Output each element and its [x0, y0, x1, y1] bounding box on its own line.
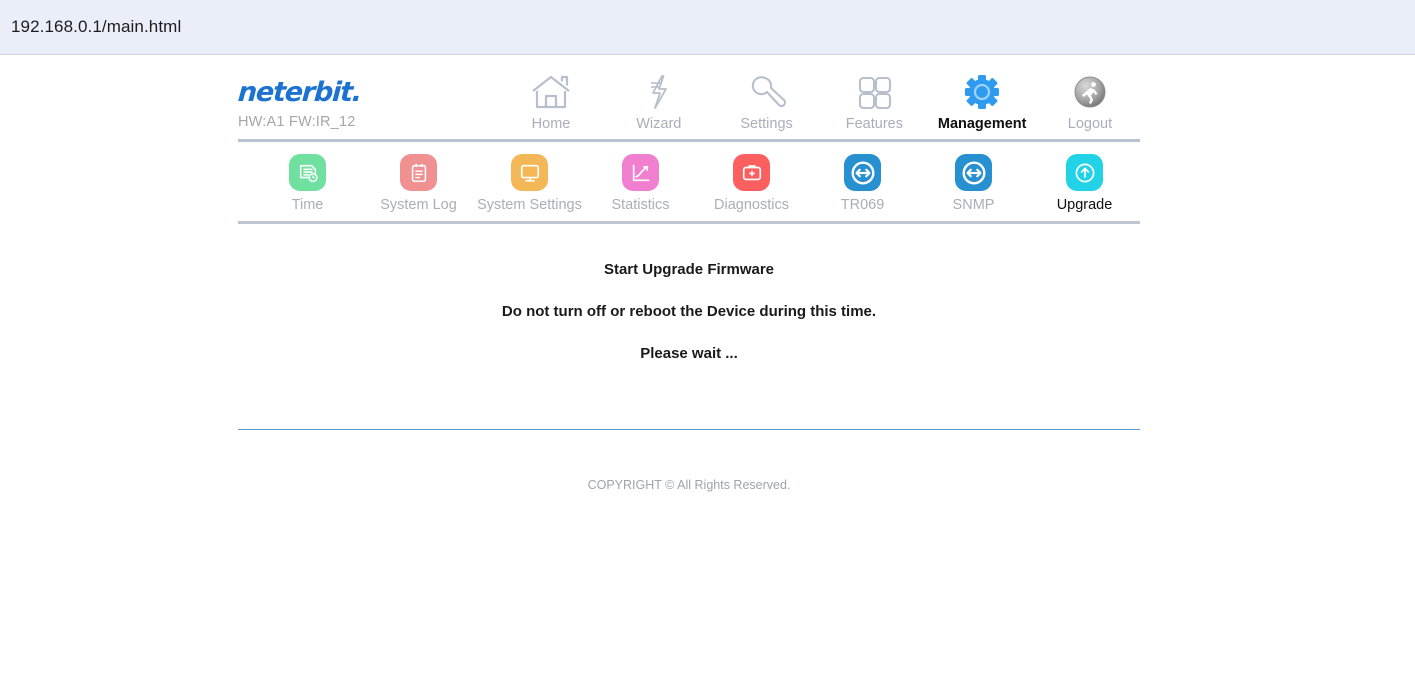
nav-label-settings: Settings: [740, 116, 793, 133]
home-icon: [503, 68, 599, 112]
url-text[interactable]: 192.168.0.1/main.html: [11, 17, 181, 37]
sub-item-time[interactable]: Time: [252, 154, 363, 214]
sub-item-system-settings[interactable]: System Settings: [474, 154, 585, 214]
copyright-text: COPYRIGHT © All Rights Reserved.: [587, 477, 791, 492]
nav-label-features: Features: [845, 116, 903, 133]
time-document-icon: [289, 154, 326, 191]
firmware-version-label: HW:A1 FW:IR_12: [238, 114, 356, 130]
nav-item-management[interactable]: Management: [934, 68, 1030, 133]
first-aid-kit-icon: [733, 154, 770, 191]
nav-item-features[interactable]: Features: [826, 68, 922, 133]
chart-line-icon: [622, 154, 659, 191]
sub-label-system-log: System Log: [380, 197, 457, 213]
upgrade-status-panel: Start Upgrade Firmware Do not turn off o…: [238, 224, 1140, 361]
sub-item-statistics[interactable]: Statistics: [585, 154, 696, 214]
nav-item-logout[interactable]: Logout: [1042, 68, 1138, 133]
logo-text: neterbit: [236, 77, 354, 108]
nav-item-settings[interactable]: Settings: [719, 68, 815, 133]
upgrade-wait-text: Please wait ...: [640, 344, 738, 362]
logo-dot: .: [350, 77, 363, 108]
upgrade-warning: Do not turn off or reboot the Device dur…: [501, 302, 877, 320]
nav-label-home: Home: [531, 116, 571, 133]
sub-label-snmp: SNMP: [952, 197, 995, 213]
sub-label-time: Time: [291, 197, 324, 213]
monitor-icon: [511, 154, 548, 191]
arrows-exchange-icon: [955, 154, 992, 191]
brand-block: neterbit. HW:A1 FW:IR_12: [236, 77, 503, 133]
page-body: neterbit. HW:A1 FW:IR_12 Home Wizard Set…: [0, 55, 1415, 492]
site-footer: COPYRIGHT © All Rights Reserved.: [238, 430, 1140, 492]
page-shell: neterbit. HW:A1 FW:IR_12 Home Wizard Set…: [236, 55, 1140, 492]
sub-item-snmp[interactable]: SNMP: [918, 154, 1029, 214]
main-navigation: Home Wizard Settings Features Management…: [503, 68, 1140, 133]
upgrade-title: Start Upgrade Firmware: [603, 260, 775, 278]
wizard-bolt-icon: [611, 68, 707, 112]
upload-arrow-icon: [1066, 154, 1103, 191]
arrows-exchange-icon: [844, 154, 881, 191]
sub-label-diagnostics: Diagnostics: [714, 197, 789, 213]
sub-item-tr069[interactable]: TR069: [807, 154, 918, 214]
sub-item-system-log[interactable]: System Log: [363, 154, 474, 214]
sub-label-statistics: Statistics: [611, 197, 670, 213]
clipboard-icon: [400, 154, 437, 191]
sub-item-diagnostics[interactable]: Diagnostics: [696, 154, 807, 214]
nav-label-wizard: Wizard: [636, 116, 682, 133]
sub-label-upgrade: Upgrade: [1056, 197, 1113, 213]
site-header: neterbit. HW:A1 FW:IR_12 Home Wizard Set…: [236, 55, 1140, 133]
sub-item-upgrade[interactable]: Upgrade: [1029, 154, 1140, 214]
nav-item-wizard[interactable]: Wizard: [611, 68, 707, 133]
sub-label-tr069: TR069: [840, 197, 885, 213]
grid-squares-icon: [826, 68, 922, 112]
sub-label-system-settings: System Settings: [477, 197, 582, 213]
browser-address-bar[interactable]: 192.168.0.1/main.html: [0, 0, 1415, 55]
nav-item-home[interactable]: Home: [503, 68, 599, 133]
nav-label-management: Management: [937, 116, 1027, 133]
logout-run-icon: [1042, 68, 1138, 112]
gear-icon: [934, 68, 1030, 112]
nav-label-logout: Logout: [1067, 116, 1113, 133]
wrench-icon: [719, 68, 815, 112]
logo: neterbit.: [236, 77, 503, 108]
sub-navigation: Time System Log System Settings Statisti…: [238, 142, 1140, 214]
